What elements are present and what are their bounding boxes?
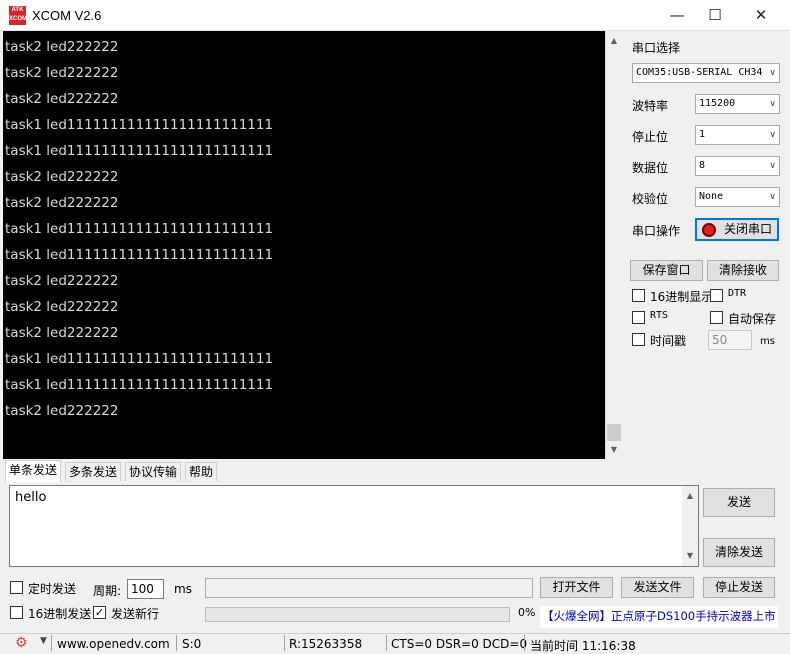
website-link[interactable]: www.openedv.com [57,637,170,651]
period-input[interactable]: 100 [127,579,164,599]
receive-scrollbar[interactable]: ▲ ▼ [605,31,621,459]
current-time: 当前时间 11:16:38 [530,639,636,653]
send-newline-label: 发送新行 [111,607,160,621]
title-bar: ATK XCOM XCOM V2.6 — ☐ ✕ [0,0,790,31]
line-signals: CTS=0 DSR=0 DCD=0 [391,637,528,651]
terminal-line: task2 led222222 [5,169,119,185]
rts-label: RTS [650,310,669,321]
hex-send-label: 16进制发送 [28,607,92,621]
stop-send-button[interactable]: 停止发送 [703,577,775,598]
clear-send-button[interactable]: 清除发送 [703,538,775,567]
window-title: XCOM V2.6 [32,8,102,23]
terminal-line: task1 led111111111111111111111111 [5,247,274,263]
save-window-button[interactable]: 保存窗口 [630,260,703,281]
chevron-down-icon: ∨ [769,130,776,140]
period-label: 周期: [93,584,122,598]
timestamp-checkbox[interactable] [632,333,645,346]
terminal-line: task2 led222222 [5,325,119,341]
terminal-line: task2 led222222 [5,91,119,107]
rts-checkbox[interactable] [632,311,645,324]
status-divider [176,635,177,651]
status-divider [284,635,285,651]
open-file-button[interactable]: 打开文件 [540,577,613,598]
parity-label: 校验位 [632,192,669,206]
stop-bits-select[interactable]: 1 ∨ [695,125,780,145]
status-bar: ⚙ ▼ www.openedv.com S:0 R:15263358 CTS=0… [0,633,790,653]
timestamp-interval-input[interactable]: 50 [708,330,752,350]
terminal-line: task2 led222222 [5,39,119,55]
status-divider [386,635,387,651]
dtr-checkbox[interactable] [710,289,723,302]
status-divider [524,635,525,651]
send-scrollbar[interactable]: ▲ ▼ [682,486,698,566]
file-path-field[interactable] [205,578,533,598]
terminal-line: task1 led111111111111111111111111 [5,143,274,159]
tab-multi-send[interactable]: 多条发送 [65,462,122,481]
send-progress-percent: 0% [518,606,536,619]
tab-protocol[interactable]: 协议传输 [125,462,182,481]
terminal-line: task2 led222222 [5,273,119,289]
terminal-line: task2 led222222 [5,65,119,81]
scroll-up-icon[interactable]: ▲ [606,33,622,49]
received-count: R:15263358 [289,637,363,651]
stop-bits-label: 停止位 [632,130,669,144]
hex-display-label: 16进制显示 [650,290,714,304]
chevron-down-icon[interactable]: ▼ [40,636,47,646]
scroll-down-icon[interactable]: ▼ [606,442,622,458]
status-divider [51,635,52,651]
chevron-down-icon: ∨ [769,99,776,109]
tab-help[interactable]: 帮助 [185,462,218,481]
checkmark-icon: ✓ [94,606,105,619]
port-select-label: 串口选择 [632,41,681,55]
baud-label: 波特率 [632,99,669,113]
port-status-led-icon [702,223,716,237]
send-button[interactable]: 发送 [703,488,775,517]
terminal-line: task1 led111111111111111111111111 [5,117,274,133]
data-bits-label: 数据位 [632,161,669,175]
receive-area[interactable]: task2 led222222 task2 led222222 task2 le… [3,31,605,459]
terminal-line: task1 led111111111111111111111111 [5,377,274,393]
send-textarea[interactable]: hello ▲ ▼ [9,485,699,567]
timed-send-label: 定时发送 [28,582,77,596]
terminal-line: task1 led111111111111111111111111 [5,221,274,237]
auto-save-checkbox[interactable] [710,311,723,324]
terminal-line: task2 led222222 [5,195,119,211]
port-select[interactable]: COM35:USB-SERIAL CH34 ∨ [632,63,780,83]
ad-banner-link[interactable]: 【火爆全网】正点原子DS100手持示波器上市 [540,606,778,628]
timestamp-ms-label: ms [760,336,775,347]
dtr-label: DTR [728,288,747,299]
close-button[interactable]: ✕ [738,0,784,31]
period-ms-label: ms [174,582,192,596]
scroll-up-icon[interactable]: ▲ [682,488,698,504]
close-port-button[interactable]: 关闭串口 [695,218,779,241]
hex-send-checkbox[interactable] [10,606,23,619]
app-logo-icon: ATK XCOM [9,6,27,25]
auto-save-label: 自动保存 [728,312,777,326]
parity-select[interactable]: None ∨ [695,187,780,207]
send-text: hello [15,490,47,505]
timed-send-checkbox[interactable] [10,581,23,594]
send-file-button[interactable]: 发送文件 [621,577,694,598]
chevron-down-icon: ∨ [769,161,776,171]
send-newline-checkbox[interactable]: ✓ [93,606,106,619]
chevron-down-icon: ∨ [769,68,776,78]
tab-single-send[interactable]: 单条发送 [5,460,62,482]
timestamp-label: 时间戳 [650,334,687,348]
hex-display-checkbox[interactable] [632,289,645,302]
scroll-thumb[interactable] [607,424,621,441]
maximize-button[interactable]: ☐ [692,0,738,31]
scroll-down-icon[interactable]: ▼ [682,548,698,564]
chevron-down-icon: ∨ [769,192,776,202]
settings-gear-icon[interactable]: ⚙ [15,635,28,651]
terminal-line: task2 led222222 [5,299,119,315]
sent-count: S:0 [182,637,202,651]
data-bits-select[interactable]: 8 ∨ [695,156,780,176]
port-operation-label: 串口操作 [632,224,681,238]
clear-receive-button[interactable]: 清除接收 [707,260,779,281]
terminal-line: task2 led222222 [5,403,119,419]
baud-select[interactable]: 115200 ∨ [695,94,780,114]
send-progress-bar [205,607,510,622]
terminal-line: task1 led111111111111111111111111 [5,351,274,367]
